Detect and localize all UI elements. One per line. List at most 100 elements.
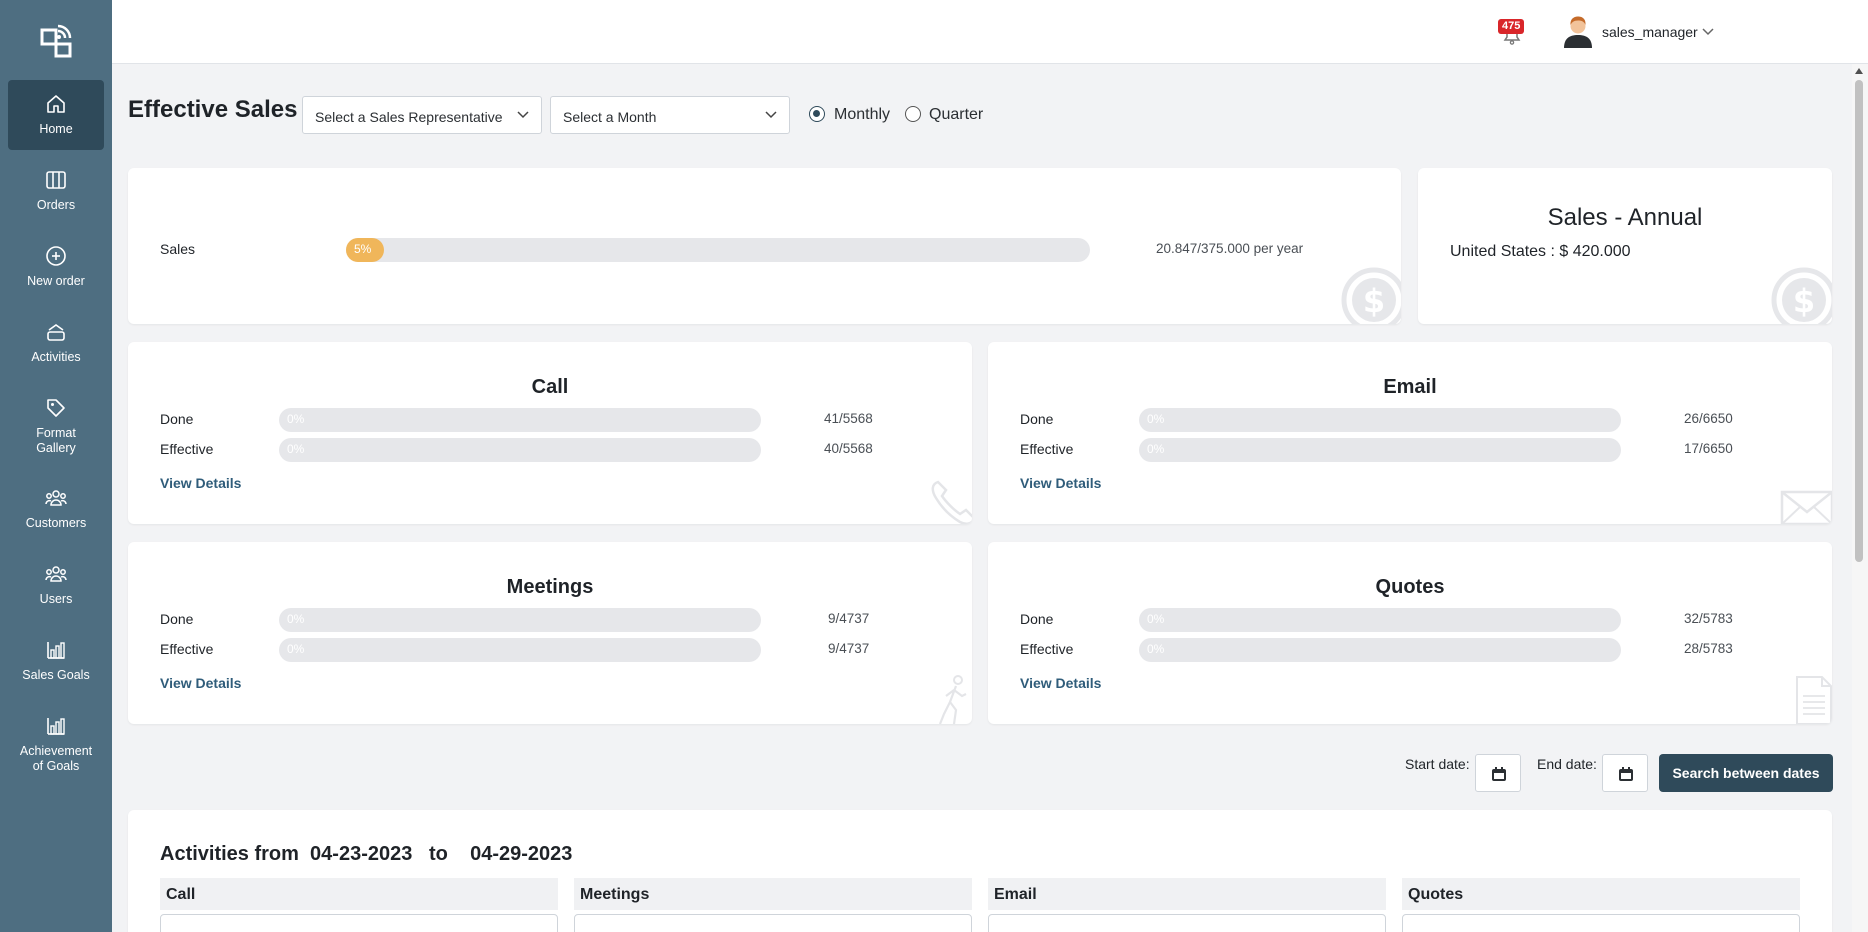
sidebar-item-label: Orders xyxy=(36,198,76,212)
sidebar-item-label: Format Gallery xyxy=(36,426,76,455)
end-date-picker-button[interactable] xyxy=(1602,754,1648,792)
column-header-quotes: Quotes xyxy=(1402,878,1800,910)
meetings-effective-bar: 0% xyxy=(279,638,761,662)
call-card-title: Call xyxy=(531,376,569,398)
svg-text:$: $ xyxy=(1793,282,1815,320)
quotes-card-title: Quotes xyxy=(1375,576,1445,598)
dollar-icon: $ xyxy=(1341,267,1401,324)
tag-icon xyxy=(47,399,65,417)
annual-sales-card: Sales - Annual United States : $ 420.000… xyxy=(1418,168,1832,324)
sales-value: 20.847/375.000 per year xyxy=(1156,241,1304,256)
quotes-view-details-link[interactable]: View Details xyxy=(1020,675,1101,691)
sidebar-item-label: Users xyxy=(39,592,73,606)
column-header-meetings: Meetings xyxy=(574,878,972,910)
month-select[interactable]: Select a Month xyxy=(550,96,790,134)
username[interactable]: sales_manager xyxy=(1602,24,1698,40)
call-done-label: Done xyxy=(160,411,194,427)
sales-progress-percent: 5% xyxy=(354,242,372,256)
calendar-icon xyxy=(1492,767,1506,781)
sidebar-item-sales-goals[interactable]: Sales Goals xyxy=(8,626,104,696)
meetings-effective-label: Effective xyxy=(160,641,214,657)
activities-title: Activities from 04-23-2023 to 04-29-2023 xyxy=(160,843,573,865)
email-view-details-link[interactable]: View Details xyxy=(1020,475,1101,491)
layers-icon xyxy=(47,324,65,341)
avatar[interactable] xyxy=(1562,14,1594,48)
sidebar-item-users[interactable]: Users xyxy=(8,550,104,620)
bar-chart-icon xyxy=(47,718,65,735)
scrollbar-thumb[interactable] xyxy=(1855,80,1863,562)
meetings-done-bar: 0% xyxy=(279,608,761,632)
quarter-radio-label[interactable]: Quarter xyxy=(929,106,983,124)
sales-rep-select[interactable]: Select a Sales Representative xyxy=(302,96,542,134)
call-effective-value: 40/5568 xyxy=(824,441,873,456)
quotes-done-label: Done xyxy=(1020,611,1054,627)
sidebar-item-label: Sales Goals xyxy=(22,668,90,682)
chevron-down-icon xyxy=(765,111,777,119)
quotes-effective-bar: 0% xyxy=(1139,638,1621,662)
call-effective-percent: 0% xyxy=(287,442,305,456)
sidebar-item-label: New order xyxy=(27,274,85,288)
sales-card: Sales 5% 20.847/375.000 per year $ xyxy=(128,168,1401,324)
sidebar-item-home[interactable]: Home xyxy=(8,80,104,150)
meetings-view-details-link[interactable]: View Details xyxy=(160,675,241,691)
sidebar-item-activities[interactable]: Activities xyxy=(8,308,104,378)
sidebar: Home Orders New order Activities Format … xyxy=(0,0,112,932)
sidebar-item-format-gallery[interactable]: Format Gallery xyxy=(8,384,104,466)
email-card-title: Email xyxy=(1383,376,1437,398)
month-select-value: Select a Month xyxy=(563,109,657,125)
sidebar-item-achievement-of-goals[interactable]: Achievement of Goals xyxy=(8,702,104,786)
meetings-done-value: 9/4737 xyxy=(828,611,870,626)
home-icon xyxy=(47,95,65,113)
annual-sales-title: Sales - Annual xyxy=(1547,204,1703,231)
document-icon xyxy=(1796,676,1832,724)
email-effective-value: 17/6650 xyxy=(1684,441,1733,456)
chevron-down-icon[interactable] xyxy=(1702,28,1714,36)
sales-label: Sales xyxy=(160,241,196,257)
dollar-icon: $ xyxy=(1771,267,1832,324)
quotes-card: Quotes Done 0% 32/5783 Effective 0% 28/5… xyxy=(988,542,1832,724)
sales-rep-select-value: Select a Sales Representative xyxy=(315,109,503,125)
page-title: Effective Sales xyxy=(128,96,298,123)
meetings-done-label: Done xyxy=(160,611,194,627)
search-between-dates-button[interactable]: Search between dates xyxy=(1659,754,1833,792)
sidebar-item-customers[interactable]: Customers xyxy=(8,474,104,544)
meetings-activities-list[interactable] xyxy=(574,914,972,932)
quotes-activities-list[interactable] xyxy=(1402,914,1800,932)
email-activities-list[interactable] xyxy=(988,914,1386,932)
meetings-effective-percent: 0% xyxy=(287,642,305,656)
quarter-radio[interactable] xyxy=(905,106,921,122)
envelope-icon xyxy=(1780,490,1832,524)
call-done-bar: 0% xyxy=(279,408,761,432)
app-logo-icon[interactable] xyxy=(40,24,72,58)
quotes-done-bar: 0% xyxy=(1139,608,1621,632)
sidebar-item-new-order[interactable]: New order xyxy=(8,232,104,302)
monthly-radio-label[interactable]: Monthly xyxy=(834,106,890,124)
call-done-value: 41/5568 xyxy=(824,411,873,426)
scroll-up-arrow-icon[interactable] xyxy=(1855,68,1863,74)
walking-person-icon xyxy=(938,675,967,724)
email-done-label: Done xyxy=(1020,411,1054,427)
meetings-card: Meetings Done 0% 9/4737 Effective 0% 9/4… xyxy=(128,542,972,724)
columns-icon xyxy=(46,171,66,189)
call-effective-bar: 0% xyxy=(279,438,761,462)
start-date-label: Start date: xyxy=(1405,756,1470,772)
users-icon xyxy=(45,566,67,582)
email-done-bar: 0% xyxy=(1139,408,1621,432)
end-date-label: End date: xyxy=(1537,756,1597,772)
call-activities-list[interactable] xyxy=(160,914,558,932)
column-header-email: Email xyxy=(988,878,1386,910)
annual-sales-text: United States : $ 420.000 xyxy=(1450,243,1631,260)
plus-circle-icon xyxy=(46,246,66,266)
email-done-value: 26/6650 xyxy=(1684,411,1733,426)
sidebar-item-label: Home xyxy=(39,122,73,136)
email-effective-bar: 0% xyxy=(1139,438,1621,462)
sidebar-item-orders[interactable]: Orders xyxy=(8,156,104,226)
svg-text:$: $ xyxy=(1363,282,1385,320)
call-view-details-link[interactable]: View Details xyxy=(160,475,241,491)
start-date-picker-button[interactable] xyxy=(1475,754,1521,792)
monthly-radio[interactable] xyxy=(809,106,825,122)
calendar-icon xyxy=(1619,767,1633,781)
email-card: Email Done 0% 26/6650 Effective 0% 17/66… xyxy=(988,342,1832,524)
meetings-done-percent: 0% xyxy=(287,612,305,626)
quotes-done-percent: 0% xyxy=(1147,612,1165,626)
